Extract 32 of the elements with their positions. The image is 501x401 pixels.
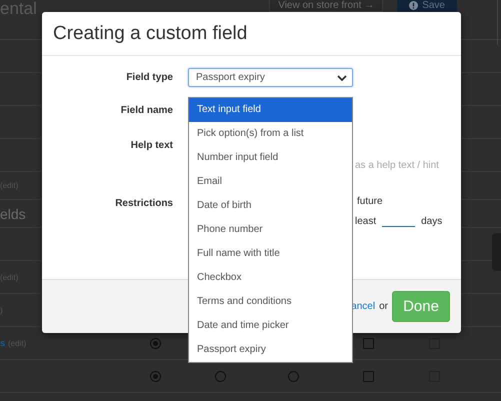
dropdown-option[interactable]: Email: [189, 170, 352, 194]
dropdown-option[interactable]: Checkbox: [189, 266, 352, 290]
chevron-down-icon: [337, 74, 347, 80]
field-label: Field name: [120, 104, 173, 116]
field-label: Help text: [130, 139, 173, 151]
dropdown-option[interactable]: Terms and conditions: [189, 290, 352, 314]
checkbox[interactable]: [362, 370, 374, 382]
side-tab[interactable]: [492, 233, 501, 271]
or-text: or: [379, 301, 388, 312]
dropdown-option[interactable]: Date of birth: [189, 194, 352, 218]
radio-button[interactable]: [150, 338, 160, 348]
restriction-text: least: [355, 216, 376, 227]
field-label: Restrictions: [114, 197, 173, 209]
help-hint-text: as a help text / hint: [355, 160, 439, 171]
dialog-title: Creating a custom field: [53, 22, 248, 44]
dropdown-option[interactable]: Text input field: [189, 98, 352, 122]
section-heading: elds: [0, 206, 26, 222]
radio-button[interactable]: [150, 370, 160, 382]
alert-icon: [409, 0, 418, 10]
radio-button[interactable]: [215, 370, 226, 382]
dropdown-option[interactable]: Date and time picker: [189, 314, 352, 338]
dropdown-option[interactable]: Phone number: [189, 218, 352, 242]
field-type-select[interactable]: Passport expiry: [188, 68, 353, 87]
dropdown-option[interactable]: Number input field: [189, 146, 352, 170]
dropdown-option[interactable]: Pick option(s) from a list: [189, 122, 352, 146]
dropdown-option[interactable]: Passport expiry: [189, 338, 352, 362]
restriction-text: future: [357, 196, 384, 207]
dropdown-option[interactable]: Full name with title: [189, 242, 352, 266]
radio-button[interactable]: [288, 370, 298, 382]
days-label: days: [421, 216, 442, 227]
checkbox[interactable]: [362, 338, 374, 348]
field-label: Field type: [125, 71, 173, 83]
